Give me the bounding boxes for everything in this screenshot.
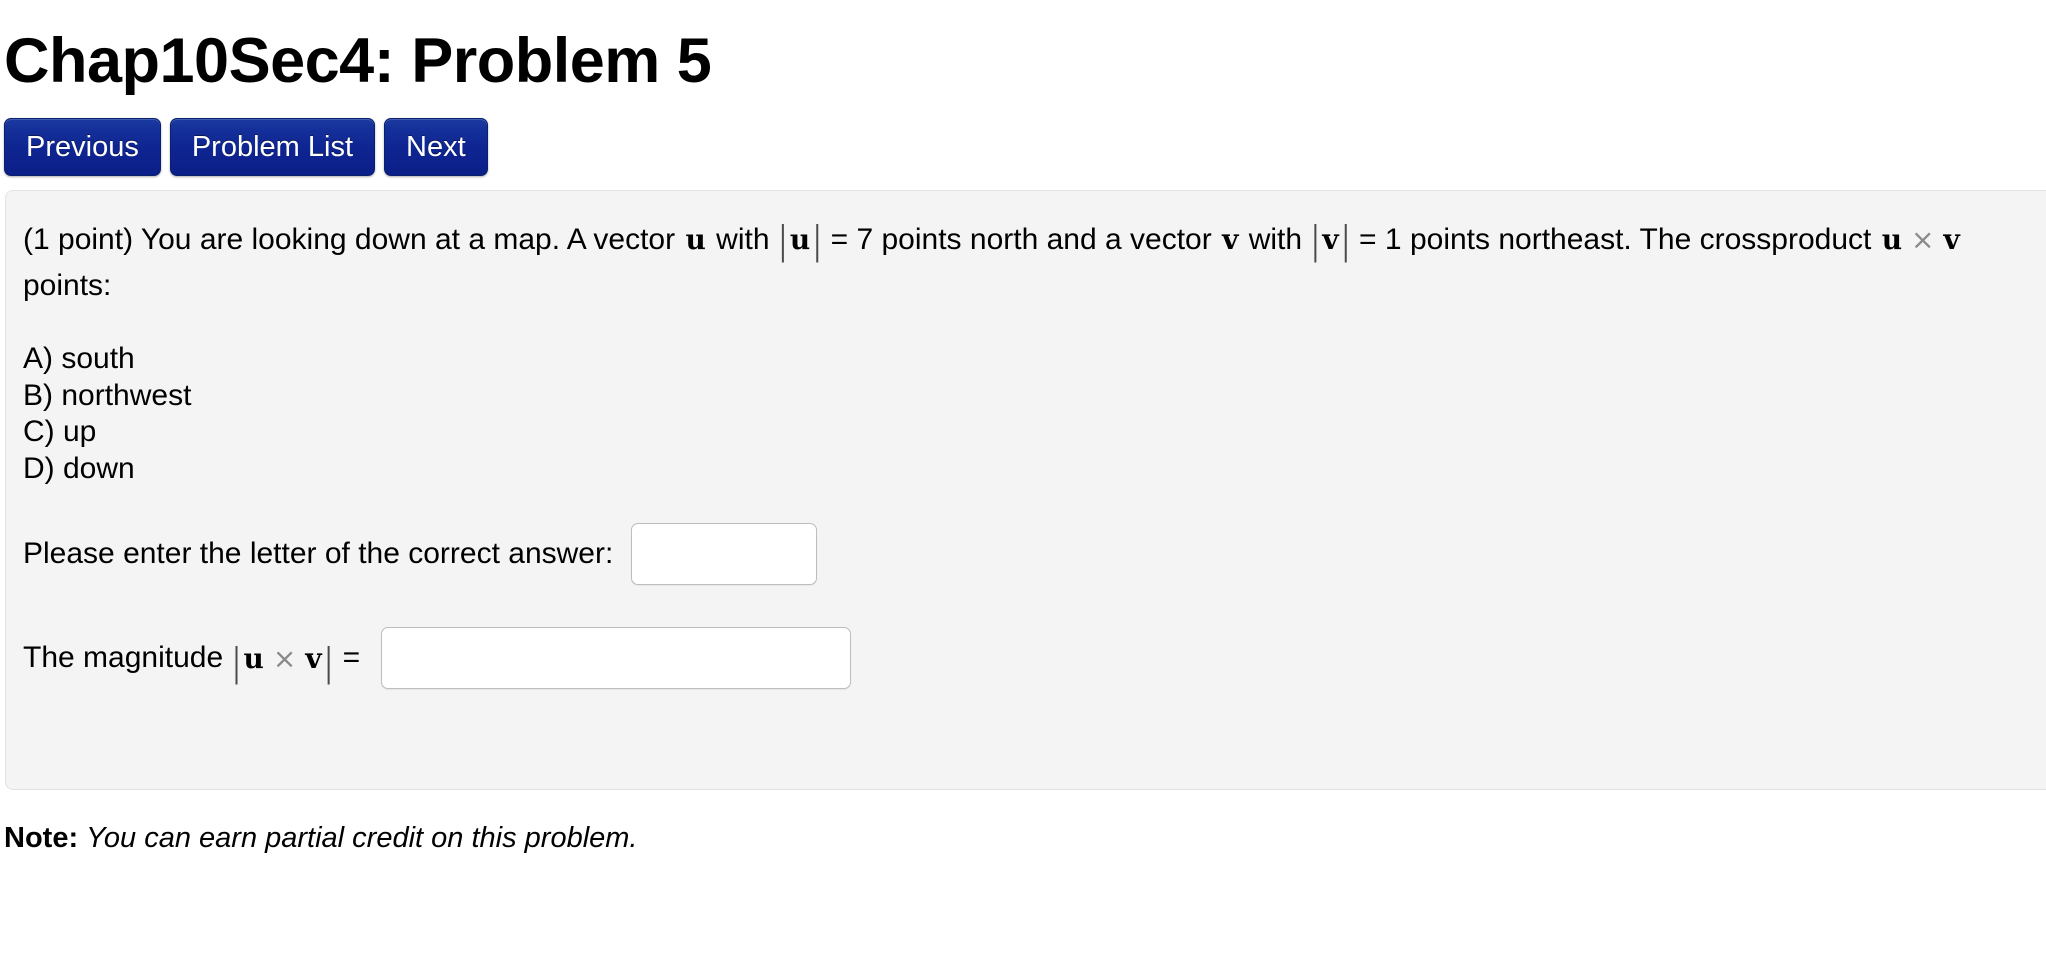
vector-u-symbol-cross: u: [1881, 223, 1903, 257]
points-value: (1 point): [23, 223, 134, 257]
vector-v-symbol: v: [1222, 223, 1239, 257]
vector-v-symbol-magnitude: v: [305, 641, 322, 675]
choice-d: D) down: [23, 451, 135, 485]
next-button[interactable]: Next: [384, 118, 488, 177]
magnitude-equals-sign: =: [342, 641, 361, 675]
statement-part-3: points northeast. The: [1409, 223, 1692, 257]
equals-sign-v: =: [1359, 223, 1377, 257]
next-button-label: Next: [406, 130, 466, 163]
problem-statement: (1 point) You are looking down at a map.…: [23, 215, 1960, 303]
vector-u-symbol-magnitude: u: [243, 641, 264, 675]
crossproduct-word: crossproduct: [1699, 223, 1872, 257]
problem-list-button[interactable]: Problem List: [169, 118, 375, 177]
magnitude-v-value: 1: [1384, 223, 1402, 257]
statement-part-1: You are looking down at a map. A vector: [140, 223, 676, 257]
vector-v-symbol-cross: v: [1943, 223, 1960, 257]
magnitude-input[interactable]: [381, 627, 852, 690]
choice-list: A) south B) northwest C) up D) down: [23, 341, 2034, 487]
vector-u-symbol: u: [685, 223, 706, 257]
choice-b: B) northwest: [23, 378, 192, 412]
choice-a: A) south: [23, 342, 135, 376]
answer-letter-label: Please enter the letter of the correct a…: [23, 537, 614, 571]
magnitude-label: The magnitude: [23, 641, 224, 675]
vector-u-symbol-in-norm: u: [789, 223, 811, 257]
with-word-1: with: [716, 223, 770, 257]
problem-list-button-label: Problem List: [191, 130, 353, 163]
vector-v-symbol-in-norm: v: [1322, 223, 1339, 257]
magnitude-row: The magnitude | u × v | =: [23, 627, 2034, 690]
note-body: You can earn partial credit on this prob…: [86, 822, 638, 855]
with-word-2: with: [1248, 223, 1303, 257]
equals-sign-u: =: [830, 223, 849, 257]
previous-button-label: Previous: [26, 130, 139, 163]
navigation-bar: Previous Problem List Next: [0, 94, 2046, 177]
problem-panel: (1 point) You are looking down at a map.…: [5, 190, 2046, 791]
statement-part-2: points north and a vector: [881, 223, 1212, 257]
page-title: Chap10Sec4: Problem 5: [4, 26, 712, 96]
cross-product-icon: ×: [1911, 223, 1935, 257]
choice-c: C) up: [23, 415, 97, 449]
answer-letter-input[interactable]: [631, 523, 818, 586]
problem-page: Chap10Sec4: Problem 5 Previous Problem L…: [0, 0, 2046, 970]
magnitude-u-value: 7: [856, 223, 874, 257]
note-label: Note:: [4, 822, 79, 855]
cross-product-icon-magnitude: ×: [272, 641, 297, 675]
note-line: Note: You can earn partial credit on thi…: [0, 790, 2046, 855]
previous-button[interactable]: Previous: [4, 118, 161, 177]
answer-letter-row: Please enter the letter of the correct a…: [23, 523, 2034, 586]
points-colon-text: points:: [23, 269, 112, 303]
